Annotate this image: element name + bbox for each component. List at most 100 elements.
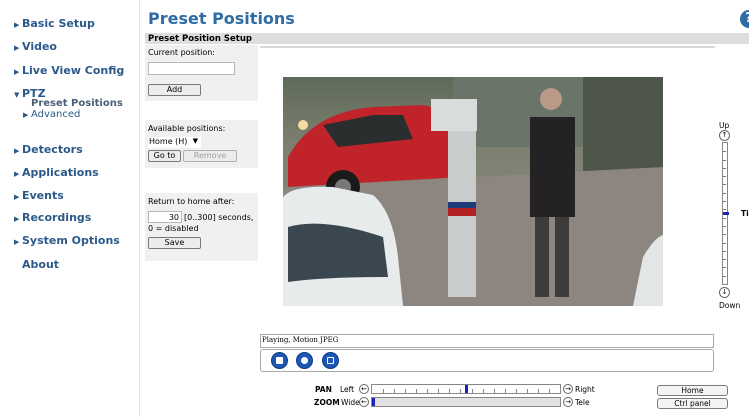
slider-tick bbox=[527, 389, 528, 393]
chevron-right-icon: ▶ bbox=[14, 68, 20, 76]
section-title: Preset Position Setup bbox=[148, 34, 252, 44]
sidebar-item-basic-setup[interactable]: ▶ Basic Setup bbox=[14, 17, 95, 30]
seconds-range-text: [0..300] seconds, bbox=[184, 213, 254, 222]
slider-tick bbox=[549, 389, 550, 393]
sidebar-item-live-view-config[interactable]: ▶ Live View Config bbox=[14, 64, 124, 77]
slider-tick bbox=[723, 226, 726, 227]
zoom-tele-label: Tele bbox=[575, 398, 590, 407]
sidebar-item-label: Basic Setup bbox=[22, 17, 95, 30]
current-position-label: Current position: bbox=[148, 48, 215, 57]
slider-tick bbox=[723, 218, 726, 219]
tilt-down-arrow-icon[interactable]: ↓ bbox=[719, 287, 730, 298]
chevron-right-icon: ▶ bbox=[23, 111, 29, 119]
return-home-seconds-input[interactable] bbox=[148, 211, 182, 223]
pan-right-label: Right bbox=[575, 385, 595, 394]
pan-label: PAN bbox=[315, 385, 332, 394]
sidebar-item-system-options[interactable]: ▶ System Options bbox=[14, 234, 120, 247]
fullscreen-icon[interactable] bbox=[322, 352, 339, 369]
slider-tick bbox=[723, 176, 726, 177]
zoom-slider-handle[interactable] bbox=[372, 398, 375, 406]
slider-tick bbox=[723, 259, 726, 260]
zoom-slider[interactable] bbox=[371, 397, 561, 407]
slider-tick bbox=[494, 389, 495, 393]
slider-tick bbox=[427, 389, 428, 393]
tilt-up-arrow-icon[interactable]: ↑ bbox=[719, 130, 730, 141]
dropdown-arrow-icon: ▼ bbox=[192, 137, 198, 145]
pan-slider-handle[interactable] bbox=[465, 385, 468, 393]
home-button[interactable]: Home bbox=[657, 385, 728, 396]
ctrl-panel-button[interactable]: Ctrl panel bbox=[657, 398, 728, 409]
slider-tick bbox=[438, 389, 439, 393]
chevron-right-icon: ▶ bbox=[14, 215, 20, 223]
slider-tick bbox=[723, 267, 726, 268]
slider-tick bbox=[723, 184, 726, 185]
tilt-down-label: Down bbox=[719, 301, 741, 310]
sidebar-subitem-advanced[interactable]: ▶ Advanced bbox=[23, 109, 81, 120]
zoom-in-arrow-icon[interactable]: → bbox=[563, 397, 573, 407]
slider-tick bbox=[394, 389, 395, 393]
pan-right-arrow-icon[interactable]: → bbox=[563, 384, 573, 394]
disabled-note: 0 = disabled bbox=[148, 224, 199, 233]
sidebar-item-label: Recordings bbox=[22, 211, 92, 224]
video-stream[interactable] bbox=[283, 77, 663, 306]
sidebar-item-video[interactable]: ▶ Video bbox=[14, 40, 57, 53]
sidebar-item-events[interactable]: ▶ Events bbox=[14, 189, 64, 202]
add-button[interactable]: Add bbox=[148, 84, 201, 96]
sidebar-item-detectors[interactable]: ▶ Detectors bbox=[14, 143, 83, 156]
go-to-button[interactable]: Go to bbox=[148, 150, 181, 162]
help-icon[interactable]: ? bbox=[740, 10, 749, 28]
chevron-right-icon: ▶ bbox=[14, 44, 20, 52]
save-button[interactable]: Save bbox=[148, 237, 201, 249]
slider-tick bbox=[723, 234, 726, 235]
sidebar-item-recordings[interactable]: ▶ Recordings bbox=[14, 211, 91, 224]
slider-tick bbox=[460, 389, 461, 393]
tilt-slider[interactable] bbox=[722, 142, 729, 285]
tilt-up-label: Up bbox=[719, 121, 730, 130]
sidebar-subitem-label: Preset Positions bbox=[31, 98, 123, 109]
slider-tick bbox=[405, 389, 406, 393]
snapshot-icon[interactable] bbox=[296, 352, 313, 369]
slider-tick bbox=[723, 168, 726, 169]
slider-tick bbox=[723, 160, 726, 161]
pan-slider[interactable] bbox=[371, 384, 561, 394]
tilt-label: Ti bbox=[741, 209, 749, 218]
sidebar-item-label: Video bbox=[22, 40, 57, 53]
camera-image bbox=[283, 77, 663, 306]
slider-tick bbox=[723, 209, 726, 210]
slider-tick bbox=[383, 389, 384, 393]
zoom-out-arrow-icon[interactable]: ← bbox=[359, 397, 369, 407]
selected-position: Home (H) bbox=[149, 137, 188, 146]
sidebar-item-label: System Options bbox=[22, 234, 120, 247]
available-positions-label: Available positions: bbox=[148, 124, 226, 133]
pan-left-arrow-icon[interactable]: ← bbox=[359, 384, 369, 394]
chevron-right-icon: ▶ bbox=[14, 238, 20, 246]
divider bbox=[260, 46, 715, 48]
sidebar-item-applications[interactable]: ▶ Applications bbox=[14, 166, 99, 179]
sidebar: ▶ Basic Setup ▶ Video ▶ Live View Config ▼ P… bbox=[0, 0, 140, 417]
tilt-slider-handle[interactable] bbox=[723, 212, 729, 215]
slider-tick bbox=[449, 389, 450, 393]
slider-tick bbox=[516, 389, 517, 393]
sidebar-item-label: Applications bbox=[22, 166, 99, 179]
sidebar-item-label: Events bbox=[22, 189, 64, 202]
chevron-right-icon: ▶ bbox=[14, 147, 20, 155]
slider-tick bbox=[538, 389, 539, 393]
slider-tick bbox=[723, 151, 726, 152]
current-position-input[interactable] bbox=[148, 62, 235, 75]
return-home-label: Return to home after: bbox=[148, 197, 235, 206]
slider-tick bbox=[723, 243, 726, 244]
available-positions-select[interactable]: Home (H) ▼ bbox=[148, 137, 201, 148]
chevron-down-icon: ▼ bbox=[14, 91, 20, 99]
remove-button[interactable]: Remove bbox=[183, 150, 237, 162]
sidebar-subitem-label: Advanced bbox=[31, 109, 81, 120]
sidebar-item-label: Live View Config bbox=[22, 64, 125, 77]
slider-tick bbox=[723, 276, 726, 277]
slider-tick bbox=[505, 389, 506, 393]
slider-tick bbox=[723, 193, 726, 194]
zoom-wide-label: Wide bbox=[341, 398, 360, 407]
stop-icon[interactable] bbox=[271, 352, 288, 369]
slider-tick bbox=[416, 389, 417, 393]
sidebar-subitem-preset-positions[interactable]: Preset Positions bbox=[31, 98, 123, 109]
page-title: Preset Positions bbox=[148, 9, 295, 28]
sidebar-item-about[interactable]: About bbox=[22, 258, 59, 271]
